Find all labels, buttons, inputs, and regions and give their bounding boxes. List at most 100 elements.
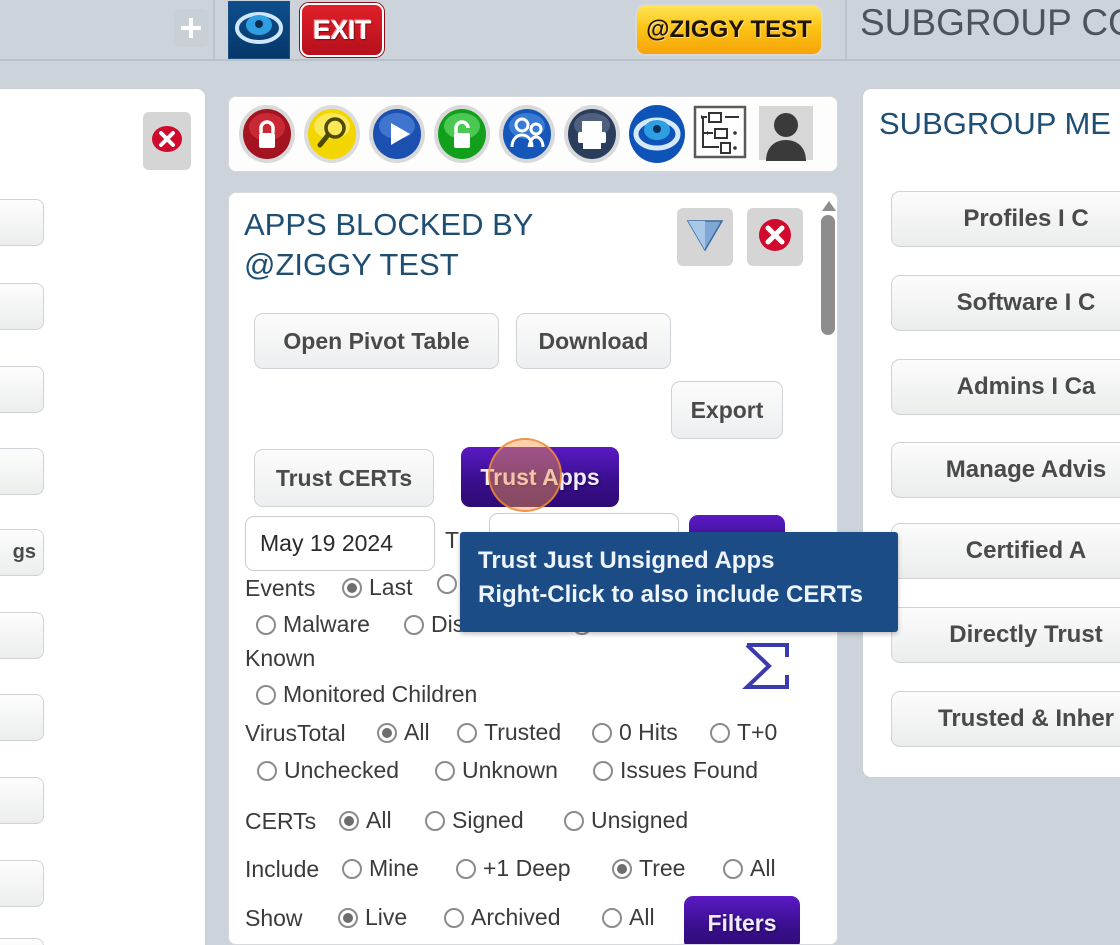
radio-certs-unsigned[interactable]: Unsigned xyxy=(564,807,688,834)
open-pivot-table-button[interactable]: Open Pivot Table xyxy=(254,313,499,369)
topbar-divider-left xyxy=(213,0,215,60)
radio-show-live[interactable]: Live xyxy=(338,904,407,931)
toolbar-button-hub[interactable] xyxy=(626,103,688,165)
date-field[interactable]: May 19 2024 xyxy=(245,516,435,571)
radio-virustotal-all[interactable]: All xyxy=(377,719,430,746)
radio-include-all[interactable]: All xyxy=(723,855,776,882)
radio-label: Trusted xyxy=(484,719,562,745)
sidebar-item-3[interactable] xyxy=(0,366,44,413)
radio-show-archived[interactable]: Archived xyxy=(444,904,560,931)
radio-certs-all[interactable]: All xyxy=(339,807,392,834)
radio-label: All xyxy=(366,807,392,833)
toolbar-button-play[interactable] xyxy=(366,103,428,165)
red-lock-icon xyxy=(236,103,298,165)
exit-button[interactable]: EXIT xyxy=(300,3,384,57)
filter-button[interactable] xyxy=(677,208,733,266)
sidebar-item-5[interactable]: gs xyxy=(0,529,44,576)
open-pivot-table-label: Open Pivot Table xyxy=(283,327,470,354)
radio-label: Archived xyxy=(471,904,561,930)
account-button[interactable]: @ZIGGY TEST xyxy=(635,4,823,56)
add-button[interactable] xyxy=(174,9,208,47)
radio-circle xyxy=(342,577,362,598)
subgroup-members-panel: SUBGROUP ME Profiles I C Software I C Ad… xyxy=(862,88,1120,778)
download-button[interactable]: Download xyxy=(516,313,671,369)
sidebar-item-8[interactable] xyxy=(0,777,44,824)
panel-title: APPS BLOCKED BY @ZIGGY TEST xyxy=(244,207,533,282)
radio-virustotal-trusted[interactable]: Trusted xyxy=(457,719,561,746)
radio-circle xyxy=(425,810,445,831)
radio-events-malware[interactable]: Malware xyxy=(256,611,370,638)
top-bar: EXIT @ZIGGY TEST SUBGROUP CONF xyxy=(0,0,1120,60)
radio-include-mine[interactable]: Mine xyxy=(342,855,419,882)
plus-icon xyxy=(180,17,202,39)
trusted-and-inherited-button[interactable]: Trusted & Inher xyxy=(891,691,1120,747)
sidebar-item-1[interactable] xyxy=(0,199,44,246)
printer-icon xyxy=(561,103,623,165)
exit-label: EXIT xyxy=(312,14,372,45)
radio-circle xyxy=(612,858,632,879)
left-panel-close-button[interactable] xyxy=(143,112,191,170)
toolbar-button-green-lock[interactable] xyxy=(431,103,493,165)
toolbar-button-search[interactable] xyxy=(301,103,363,165)
sidebar-item-10[interactable] xyxy=(0,938,44,945)
sidebar-item-6[interactable] xyxy=(0,612,44,659)
trust-apps-tooltip: Trust Just Unsigned Apps Right-Click to … xyxy=(460,532,898,632)
radio-virustotal-0-hits[interactable]: 0 Hits xyxy=(592,719,678,746)
page-title: SUBGROUP CONF xyxy=(860,2,1120,43)
users-icon xyxy=(496,103,558,165)
subgroup-members-title: SUBGROUP ME xyxy=(879,106,1111,141)
green-lock-icon xyxy=(431,103,493,165)
magnifier-icon xyxy=(301,103,363,165)
radio-virustotal-issues-found[interactable]: Issues Found xyxy=(593,757,758,784)
filters-button[interactable]: Filters xyxy=(684,896,800,944)
radio-events-last[interactable]: Last xyxy=(342,574,412,601)
sidebar-item-4[interactable] xyxy=(0,448,44,495)
radio-virustotal-t-plus-0[interactable]: T+0 xyxy=(710,719,777,746)
sidebar-item-9[interactable] xyxy=(0,860,44,907)
scroll-up-arrow-icon[interactable] xyxy=(822,201,836,211)
radio-virustotal-unchecked[interactable]: Unchecked xyxy=(257,757,399,784)
radio-label: Last xyxy=(369,574,413,600)
trust-certs-button[interactable]: Trust CERTs xyxy=(254,449,434,507)
toolbar-button-print[interactable] xyxy=(561,103,623,165)
admins-i-can-button[interactable]: Admins I Ca xyxy=(891,359,1120,415)
radio-virustotal-unknown[interactable]: Unknown xyxy=(435,757,558,784)
radio-events-monitored-children[interactable]: Monitored Children xyxy=(256,681,477,708)
radio-events-known-label: Known xyxy=(245,645,316,671)
radio-show-all[interactable]: All xyxy=(602,904,655,931)
manage-advisories-button[interactable]: Manage Advis xyxy=(891,442,1120,498)
profiles-i-control-button[interactable]: Profiles I C xyxy=(891,191,1120,247)
radio-label: Unknown xyxy=(462,757,558,783)
radio-circle xyxy=(592,722,612,743)
toolbar-button-profile[interactable] xyxy=(756,103,818,165)
sidebar-item-7[interactable] xyxy=(0,694,44,741)
radio-circle xyxy=(256,684,276,705)
tooltip-line-1: Trust Just Unsigned Apps xyxy=(478,547,775,574)
radio-circle xyxy=(456,858,476,879)
radio-certs-signed[interactable]: Signed xyxy=(425,807,524,834)
directly-trusted-button[interactable]: Directly Trust xyxy=(891,607,1120,663)
toolbar-button-users[interactable] xyxy=(496,103,558,165)
scrollbar-thumb[interactable] xyxy=(821,215,835,335)
radio-label: Unchecked xyxy=(284,757,400,783)
software-i-control-button[interactable]: Software I C xyxy=(891,275,1120,331)
radio-label: Signed xyxy=(452,807,524,833)
radio-circle xyxy=(435,760,455,781)
panel-close-button[interactable] xyxy=(747,208,803,266)
radio-label: Monitored Children xyxy=(283,681,478,707)
radio-include-plus-1-deep[interactable]: +1 Deep xyxy=(456,855,571,882)
certified-apps-button[interactable]: Certified A xyxy=(891,523,1120,579)
radio-label: All xyxy=(404,719,430,745)
hub-button[interactable] xyxy=(228,1,290,59)
close-circle-icon xyxy=(756,216,794,259)
toolbar-button-red-lock[interactable] xyxy=(236,103,298,165)
include-group-label: Include xyxy=(245,856,320,882)
export-button[interactable]: Export xyxy=(671,381,783,439)
radio-include-tree[interactable]: Tree xyxy=(612,855,685,882)
radio-label: Malware xyxy=(283,611,370,637)
radio-circle xyxy=(457,722,477,743)
sigma-icon xyxy=(741,643,793,695)
toolbar-button-tree[interactable] xyxy=(691,103,753,165)
sum-button[interactable] xyxy=(741,641,793,696)
sidebar-item-2[interactable] xyxy=(0,283,44,330)
